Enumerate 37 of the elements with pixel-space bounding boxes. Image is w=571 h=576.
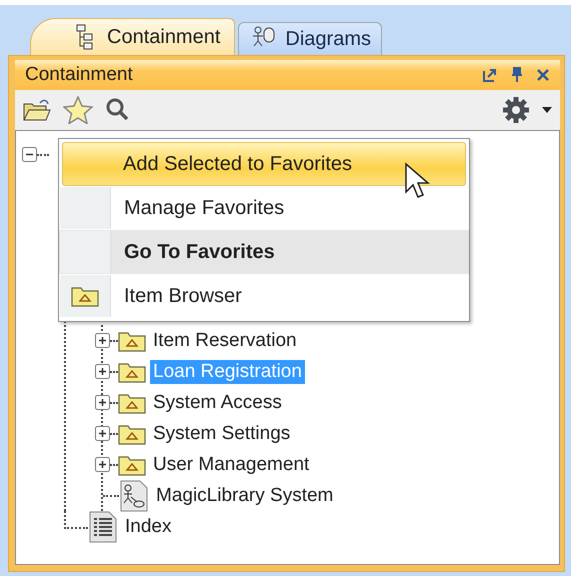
tree-item[interactable]: MagicLibrary System [153,484,336,508]
menu-item[interactable]: Add Selected to Favorites [62,142,466,186]
menu-item[interactable]: Go To Favorites [59,230,469,274]
collapse-toggle-icon[interactable] [22,147,37,162]
panel-tab[interactable]: Diagrams [238,22,382,55]
expand-toggle-icon[interactable] [95,333,110,348]
menu-item[interactable]: Item Browser [59,274,469,318]
expand-toggle-icon[interactable] [95,426,110,441]
tree-item[interactable]: Item Reservation [150,328,300,352]
expand-toggle-icon[interactable] [95,395,110,410]
tree-item[interactable]: System Settings [150,422,294,446]
settings-icon[interactable] [502,96,530,124]
package-folder-icon [118,422,146,444]
package-folder-icon [118,392,146,414]
tree-item[interactable]: Index [122,514,174,538]
panel-tab[interactable]: Containment [30,18,236,55]
package-folder-icon [118,360,146,382]
diagram-document-icon [119,480,149,512]
open-folder-icon[interactable] [23,98,51,122]
tab-label: Diagrams [285,28,371,50]
menu-item[interactable]: Manage Favorites [59,186,469,230]
star-icon[interactable] [63,96,93,124]
package-folder-icon [118,454,146,476]
undock-icon[interactable] [482,67,498,83]
package-folder-icon [118,330,146,352]
expand-toggle-icon[interactable] [95,457,110,472]
mouse-pointer-icon [404,162,430,200]
tree-item[interactable]: System Access [150,390,285,414]
search-icon[interactable] [105,97,131,123]
expand-toggle-icon[interactable] [95,364,110,379]
close-icon[interactable] [536,68,550,82]
pin-icon[interactable] [510,67,524,83]
panel-title: Containment [25,64,134,86]
dropdown-caret-icon[interactable] [542,107,552,113]
package-folder-icon [71,285,99,307]
tab-label: Containment [107,26,220,48]
tree-item[interactable]: User Management [150,452,312,476]
